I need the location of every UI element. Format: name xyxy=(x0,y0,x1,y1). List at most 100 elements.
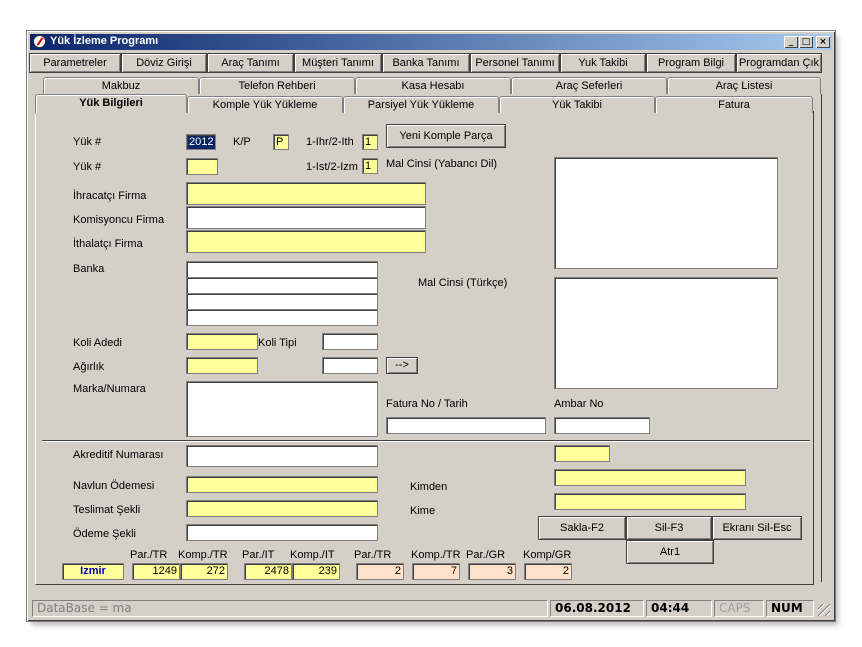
section-divider xyxy=(42,440,810,442)
summary-header-6: Komp./TR xyxy=(411,549,461,561)
atr1-button[interactable]: Atr1 xyxy=(626,540,714,564)
teslimat-label: Teslimat Şekli xyxy=(73,504,141,516)
fatura-field[interactable] xyxy=(386,417,546,434)
banka-label: Banka xyxy=(73,263,105,275)
tab-row-2: Yük Bilgileri Komple Yük Yükleme Parsiye… xyxy=(35,94,813,113)
sakla-button[interactable]: Sakla-F2 xyxy=(538,516,626,540)
ist-izm-field[interactable]: 1 xyxy=(362,158,378,174)
menu-program-bilgi[interactable]: Program Bilgi xyxy=(646,53,736,73)
menu-banka-tanimi[interactable]: Banka Tanımı xyxy=(382,53,470,73)
tab-arac-listesi[interactable]: Araç Listesi xyxy=(667,77,821,94)
yeni-komple-parca-button[interactable]: Yeni Komple Parça xyxy=(386,124,506,148)
summary-header-5: Par./TR xyxy=(354,549,392,561)
summary-header-2: Komp./TR xyxy=(178,549,228,561)
tab-komple-yuk-yukleme[interactable]: Komple Yük Yükleme xyxy=(187,96,343,113)
ekrani-sil-button[interactable]: Ekranı Sil-Esc xyxy=(712,516,802,540)
yuk-no-field[interactable]: 2012 xyxy=(186,134,216,150)
menu-bar: Parametreler Döviz Girişi Araç Tanımı Mü… xyxy=(29,53,833,73)
menu-personel-tanimi[interactable]: Personel Tanımı xyxy=(470,53,560,73)
ihr-ith-label: 1-Ihr/2-Ith xyxy=(306,136,354,148)
teslimat-field[interactable] xyxy=(186,500,378,517)
banka-field-4[interactable] xyxy=(186,309,378,326)
yuk-no-label: Yük # xyxy=(73,136,102,148)
fatura-label: Fatura No / Tarih xyxy=(386,398,468,410)
odeme-label: Ödeme Şekli xyxy=(73,528,136,540)
city-field[interactable]: Izmir xyxy=(62,563,124,580)
title-bar[interactable]: Yük İzleme Programı _ □ × xyxy=(30,34,832,50)
odeme-field[interactable] xyxy=(186,524,378,541)
koli-adedi-field[interactable] xyxy=(186,333,258,350)
tab-parsiyel-yuk-yukleme[interactable]: Parsiyel Yük Yükleme xyxy=(343,96,499,113)
agirlik-label: Ağırlık xyxy=(73,361,105,373)
mal-cinsi-yabanci-label: Mal Cinsi (Yabancı Dil) xyxy=(386,158,498,170)
window-title: Yük İzleme Programı xyxy=(50,35,159,47)
banka-field-1[interactable] xyxy=(186,261,378,278)
summary-value-7: 3 xyxy=(468,563,516,580)
status-database: DataBase = ma xyxy=(32,600,548,617)
akreditif-extra-field[interactable] xyxy=(554,445,610,462)
mal-cinsi-turkce-textarea[interactable] xyxy=(554,277,778,389)
summary-header-8: Komp/GR xyxy=(523,549,572,561)
banka-field-3[interactable] xyxy=(186,293,378,310)
status-num: NUM xyxy=(766,600,814,617)
menu-yuk-takibi[interactable]: Yuk Takibi xyxy=(560,53,646,73)
mal-cinsi-yabanci-textarea[interactable] xyxy=(554,157,778,269)
summary-header-1: Par./TR xyxy=(130,549,168,561)
agirlik-unit-field[interactable] xyxy=(322,357,378,374)
tab-kasa-hesabi[interactable]: Kasa Hesabı xyxy=(355,77,511,94)
summary-header-4: Komp./IT xyxy=(290,549,335,561)
koli-tipi-label: Koli Tipi xyxy=(258,337,297,349)
close-button[interactable]: × xyxy=(816,36,830,48)
summary-value-1: 1249 xyxy=(132,563,180,580)
banka-field-2[interactable] xyxy=(186,277,378,294)
status-bar: DataBase = ma 06.08.2012 04:44 CAPS NUM xyxy=(30,598,832,618)
komisyoncu-field[interactable] xyxy=(186,206,426,229)
resize-grip-icon[interactable] xyxy=(818,604,830,616)
mal-cinsi-turkce-label: Mal Cinsi (Türkçe) xyxy=(418,277,508,289)
tab-fatura[interactable]: Fatura xyxy=(655,96,813,113)
kp-field[interactable]: P xyxy=(273,134,289,150)
ithalatci-field[interactable] xyxy=(186,230,426,253)
app-icon xyxy=(33,35,46,48)
ihracatci-field[interactable] xyxy=(186,182,426,205)
summary-header-3: Par./IT xyxy=(242,549,275,561)
menu-musteri-tanimi[interactable]: Müşteri Tanımı xyxy=(294,53,382,73)
koli-adedi-label: Koli Adedi xyxy=(73,337,122,349)
ambar-field[interactable] xyxy=(554,417,650,434)
menu-programdan-cik[interactable]: Programdan Çık xyxy=(736,53,822,73)
akreditif-field[interactable] xyxy=(186,445,378,467)
main-window: Yük İzleme Programı _ □ × Parametreler D… xyxy=(26,30,836,622)
marka-textarea[interactable] xyxy=(186,381,378,437)
kp-label: K/P xyxy=(233,136,251,148)
tab-yuk-takibi[interactable]: Yük Takibi xyxy=(499,96,655,113)
maximize-button[interactable]: □ xyxy=(799,36,813,48)
sil-button[interactable]: Sil-F3 xyxy=(626,516,712,540)
tab-arac-seferleri[interactable]: Araç Seferleri xyxy=(511,77,667,94)
ist-izm-label: 1-Ist/2-Izm xyxy=(306,161,358,173)
koli-tipi-field[interactable] xyxy=(322,333,378,350)
menu-parametreler[interactable]: Parametreler xyxy=(29,53,121,73)
tab-yuk-bilgileri[interactable]: Yük Bilgileri xyxy=(35,94,187,113)
navlun-field[interactable] xyxy=(186,476,378,493)
summary-value-5: 2 xyxy=(356,563,404,580)
ihr-ith-field[interactable]: 1 xyxy=(362,134,378,150)
summary-value-8: 2 xyxy=(524,563,572,580)
tab-makbuz[interactable]: Makbuz xyxy=(43,77,199,94)
kimden-label: Kimden xyxy=(410,481,448,493)
status-time: 04:44 xyxy=(646,600,712,617)
status-caps: CAPS xyxy=(714,600,764,617)
status-date: 06.08.2012 xyxy=(550,600,644,617)
menu-arac-tanimi[interactable]: Araç Tanımı xyxy=(207,53,294,73)
tab-telefon-rehberi[interactable]: Telefon Rehberi xyxy=(199,77,355,94)
kime-field[interactable] xyxy=(554,493,746,510)
yuk-no2-field[interactable] xyxy=(186,158,218,175)
kimden-field[interactable] xyxy=(554,469,746,486)
ihracatci-label: İhracatçı Firma xyxy=(73,190,147,202)
agirlik-field[interactable] xyxy=(186,357,258,374)
navlun-label: Navlun Ödemesi xyxy=(73,480,155,492)
tab-page-edge-back xyxy=(821,94,822,582)
ithalatci-label: İthalatçı Firma xyxy=(73,238,143,250)
arrow-button[interactable]: --> xyxy=(386,357,418,374)
minimize-button[interactable]: _ xyxy=(784,36,798,48)
menu-doviz-girisi[interactable]: Döviz Girişi xyxy=(121,53,207,73)
